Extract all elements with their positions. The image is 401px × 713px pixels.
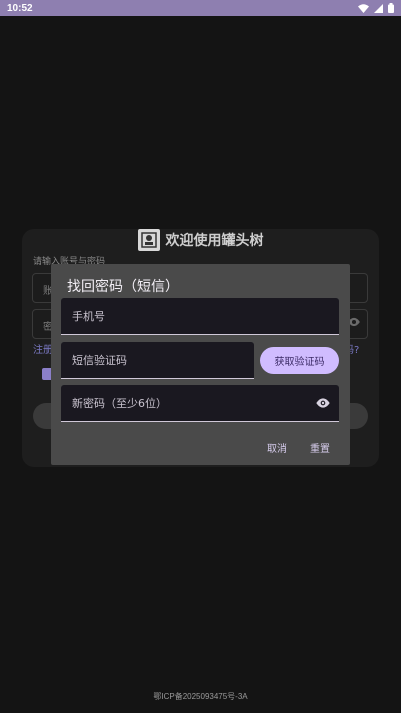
sms-code-input[interactable]: 短信验证码 bbox=[61, 342, 254, 379]
status-time: 10:52 bbox=[7, 2, 33, 14]
logo-icon bbox=[140, 232, 157, 248]
register-link[interactable]: 注册 bbox=[33, 341, 53, 356]
cancel-button[interactable]: 取消 bbox=[267, 440, 287, 455]
new-password-input[interactable]: 新密码（至少6位） bbox=[61, 385, 339, 422]
icp-footer[interactable]: 鄂ICP备2025093475号-3A bbox=[0, 691, 401, 702]
get-code-button[interactable]: 获取验证码 bbox=[260, 347, 339, 374]
battery-icon bbox=[388, 3, 394, 13]
app-logo bbox=[137, 229, 160, 251]
eye-icon[interactable] bbox=[315, 398, 331, 409]
reset-button[interactable]: 重置 bbox=[310, 440, 330, 455]
phone-input[interactable]: 手机号 bbox=[61, 298, 339, 335]
phone-placeholder: 手机号 bbox=[72, 310, 105, 323]
login-title: 欢迎使用罐头树 bbox=[165, 233, 264, 249]
sms-code-placeholder: 短信验证码 bbox=[72, 354, 127, 367]
find-password-dialog: 找回密码（短信） 手机号 短信验证码 获取验证码 新密码（至少6位） 取消 重置 bbox=[51, 264, 350, 465]
wifi-icon bbox=[358, 3, 369, 13]
new-password-placeholder: 新密码（至少6位） bbox=[72, 397, 167, 410]
status-bar: 10:52 bbox=[0, 0, 401, 16]
login-header: 欢迎使用罐头树 bbox=[22, 229, 379, 251]
signal-icon bbox=[374, 3, 383, 13]
dialog-title: 找回密码（短信） bbox=[67, 279, 179, 295]
